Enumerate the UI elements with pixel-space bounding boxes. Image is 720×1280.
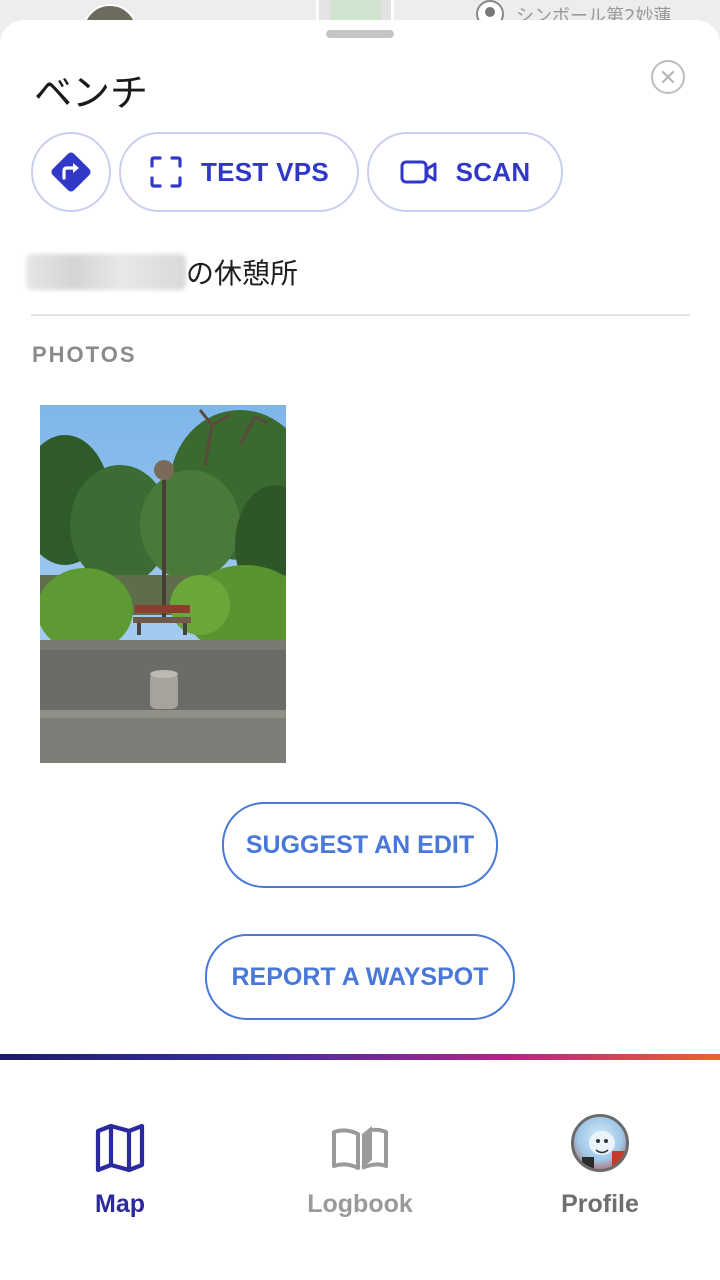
sheet-drag-handle[interactable] [326,30,394,38]
close-button[interactable] [651,60,685,94]
nav-tab-logbook[interactable]: Logbook [240,1060,480,1280]
redacted-text [26,254,186,290]
test-vps-button[interactable]: TEST VPS [119,132,359,212]
nav-logbook-label: Logbook [307,1190,413,1218]
wayspot-detail-sheet: ベンチ TEST VPS SCAN の休憩所 PHOTOS SUGGEST AN… [0,20,720,1056]
map-icon [95,1123,145,1173]
avatar [571,1114,629,1172]
nav-map-label: Map [95,1190,145,1218]
wayspot-description: の休憩所 [26,252,298,292]
close-icon [661,70,675,84]
test-vps-label: TEST VPS [200,156,330,187]
nav-tab-profile[interactable]: Profile [480,1060,720,1280]
scan-label: SCAN [455,156,531,187]
suggest-edit-button[interactable]: SUGGEST AN EDIT [222,802,498,888]
directions-icon [51,152,91,192]
photos-heading: PHOTOS [32,342,137,367]
report-wayspot-button[interactable]: REPORT A WAYSPOT [205,934,515,1020]
wayspot-title: ベンチ [34,71,149,115]
bottom-navigation: Map Logbook Profile [0,1060,720,1280]
scan-button[interactable]: SCAN [367,132,563,212]
description-text: の休憩所 [186,257,299,290]
suggest-edit-label: SUGGEST AN EDIT [245,830,475,859]
directions-button[interactable] [31,132,111,212]
nav-tab-map[interactable]: Map [0,1060,240,1280]
book-icon [332,1126,388,1170]
wayspot-photo[interactable] [40,405,286,763]
section-divider [31,314,690,316]
video-camera-icon [400,160,437,184]
report-wayspot-label: REPORT A WAYSPOT [231,962,489,991]
scan-frame-icon [150,156,182,188]
nav-profile-label: Profile [561,1190,639,1218]
